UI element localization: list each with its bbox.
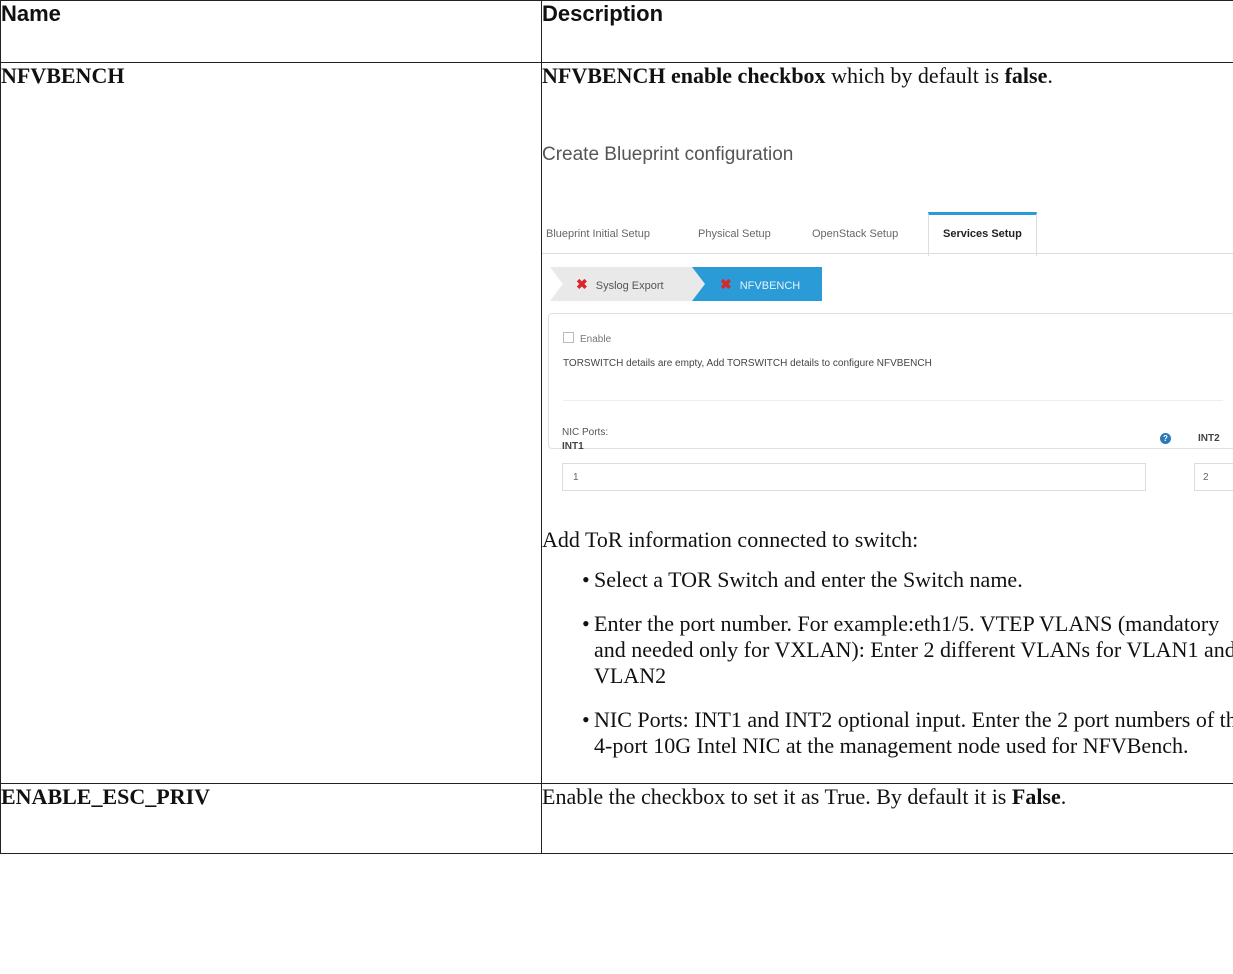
tab-openstack-setup: OpenStack Setup: [812, 228, 899, 240]
tab-physical-setup: Physical Setup: [698, 228, 771, 240]
table-row: ENABLE_ESC_PRIV Enable the checkbox to s…: [0, 783, 1233, 854]
error-x-icon: ✖: [576, 276, 588, 292]
bullet-list: Select a TOR Switch and enter the Switch…: [542, 567, 1233, 759]
intro-paragraph: NFVBENCH enable checkbox which by defaul…: [542, 63, 1233, 89]
list-item: NIC Ports: INT1 and INT2 optional input.…: [582, 707, 1233, 759]
desc-end: .: [1060, 784, 1067, 809]
intro-text: which by default is: [825, 63, 1005, 88]
step-label: Syslog Export: [595, 280, 664, 292]
param-description-nfvbench: NFVBENCH enable checkbox which by defaul…: [541, 62, 1233, 784]
screenshot-title: Create Blueprint configuration: [542, 144, 794, 165]
param-name-nfvbench: NFVBENCH: [0, 62, 542, 784]
tab-underline: [542, 253, 1233, 254]
param-description-enable-esc-priv: Enable the checkbox to set it as True. B…: [541, 783, 1233, 854]
error-x-icon: ✖: [720, 276, 732, 292]
nic-ports-area: NIC Ports: INT1 ? INT2 1 2: [548, 313, 1233, 513]
intro-default-value: false: [1004, 63, 1048, 88]
int1-input: 1: [562, 463, 1146, 491]
intro-end: .: [1047, 63, 1053, 88]
list-item: Enter the port number. For example:eth1/…: [582, 611, 1233, 689]
step-label: NFVBENCH: [739, 280, 801, 292]
step-nfvbench: ✖ NFVBENCH: [692, 267, 822, 301]
header-description: Description: [541, 0, 1233, 63]
param-name-enable-esc-priv: ENABLE_ESC_PRIV: [0, 783, 542, 854]
embedded-screenshot: Create Blueprint configuration Blueprint…: [532, 99, 1233, 517]
int2-input: 2: [1194, 463, 1233, 491]
list-item: Select a TOR Switch and enter the Switch…: [582, 567, 1233, 593]
int2-label: INT2: [1198, 433, 1220, 444]
step-syslog-export: ✖ Syslog Export: [550, 267, 710, 301]
screenshot-tabs: Blueprint Initial Setup Physical Setup O…: [542, 212, 1233, 256]
header-name: Name: [0, 0, 542, 63]
tab-services-setup: Services Setup: [928, 212, 1037, 256]
int1-label: INT1: [562, 441, 584, 452]
desc-default-value: False: [1011, 784, 1061, 809]
help-icon: ?: [1160, 433, 1171, 444]
table-row: NFVBENCH NFVBENCH enable checkbox which …: [0, 62, 1233, 784]
desc-text: Enable the checkbox to set it as True. B…: [542, 784, 1012, 809]
nic-ports-label: NIC Ports:: [562, 427, 609, 438]
parameter-table: Name Description NFVBENCH NFVBENCH enabl…: [0, 0, 1233, 854]
intro-bold-term: NFVBENCH enable checkbox: [542, 63, 826, 88]
table-header-row: Name Description: [0, 0, 1233, 63]
add-tor-paragraph: Add ToR information connected to switch:: [542, 527, 919, 552]
tab-blueprint-initial-setup: Blueprint Initial Setup: [546, 228, 650, 240]
